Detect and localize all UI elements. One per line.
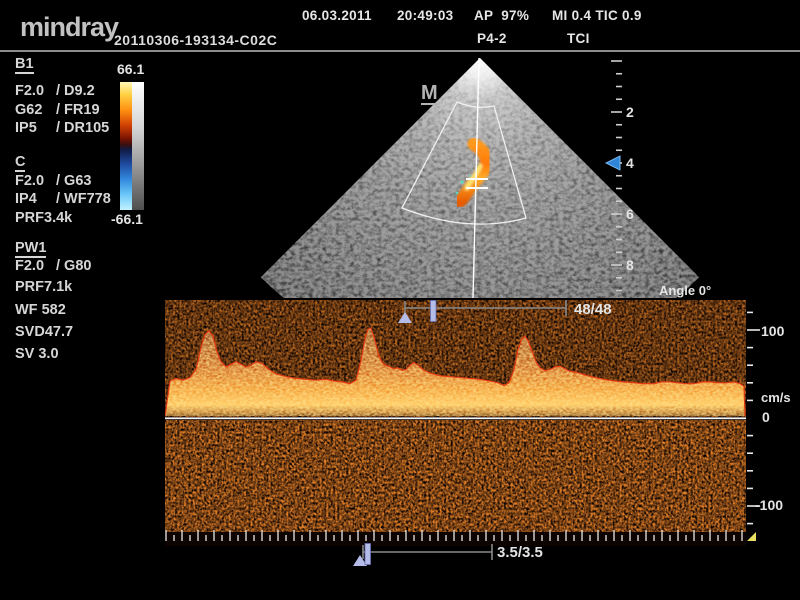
frame-scroll-thumb[interactable]	[431, 301, 437, 322]
focus-marker[interactable]	[606, 156, 620, 170]
angle-label: Angle 0°	[659, 283, 711, 298]
depth-label: 2	[626, 104, 634, 120]
depth-label: 8	[626, 257, 634, 273]
depth-label: 4	[626, 155, 634, 171]
aliasing-speck	[460, 180, 463, 183]
velocity-max-label: 100	[761, 323, 784, 339]
sweep-counter: 3.5/3.5	[497, 544, 543, 561]
velocity-min-label: -100	[755, 497, 783, 513]
spectral-baseline[interactable]	[165, 417, 746, 419]
sweep-position-marker	[747, 532, 756, 541]
velocity-ruler	[747, 312, 760, 523]
velocity-unit-label: cm/s	[761, 390, 791, 405]
display-canvas	[0, 0, 800, 600]
sweep-scrollbar[interactable]	[353, 544, 492, 567]
aliasing-speck	[469, 175, 471, 177]
frame-counter: 48/48	[574, 301, 612, 318]
sweep-scroll-thumb[interactable]	[365, 544, 371, 565]
aliasing-speck	[456, 192, 459, 195]
depth-label: 6	[626, 206, 634, 222]
spectral-lower-noise	[165, 420, 746, 532]
ultrasound-screen: mindray 20110306-193134-C02C 06.03.2011 …	[0, 0, 800, 600]
orientation-marker: M	[421, 84, 438, 105]
velocity-zero-label: 0	[762, 409, 770, 425]
